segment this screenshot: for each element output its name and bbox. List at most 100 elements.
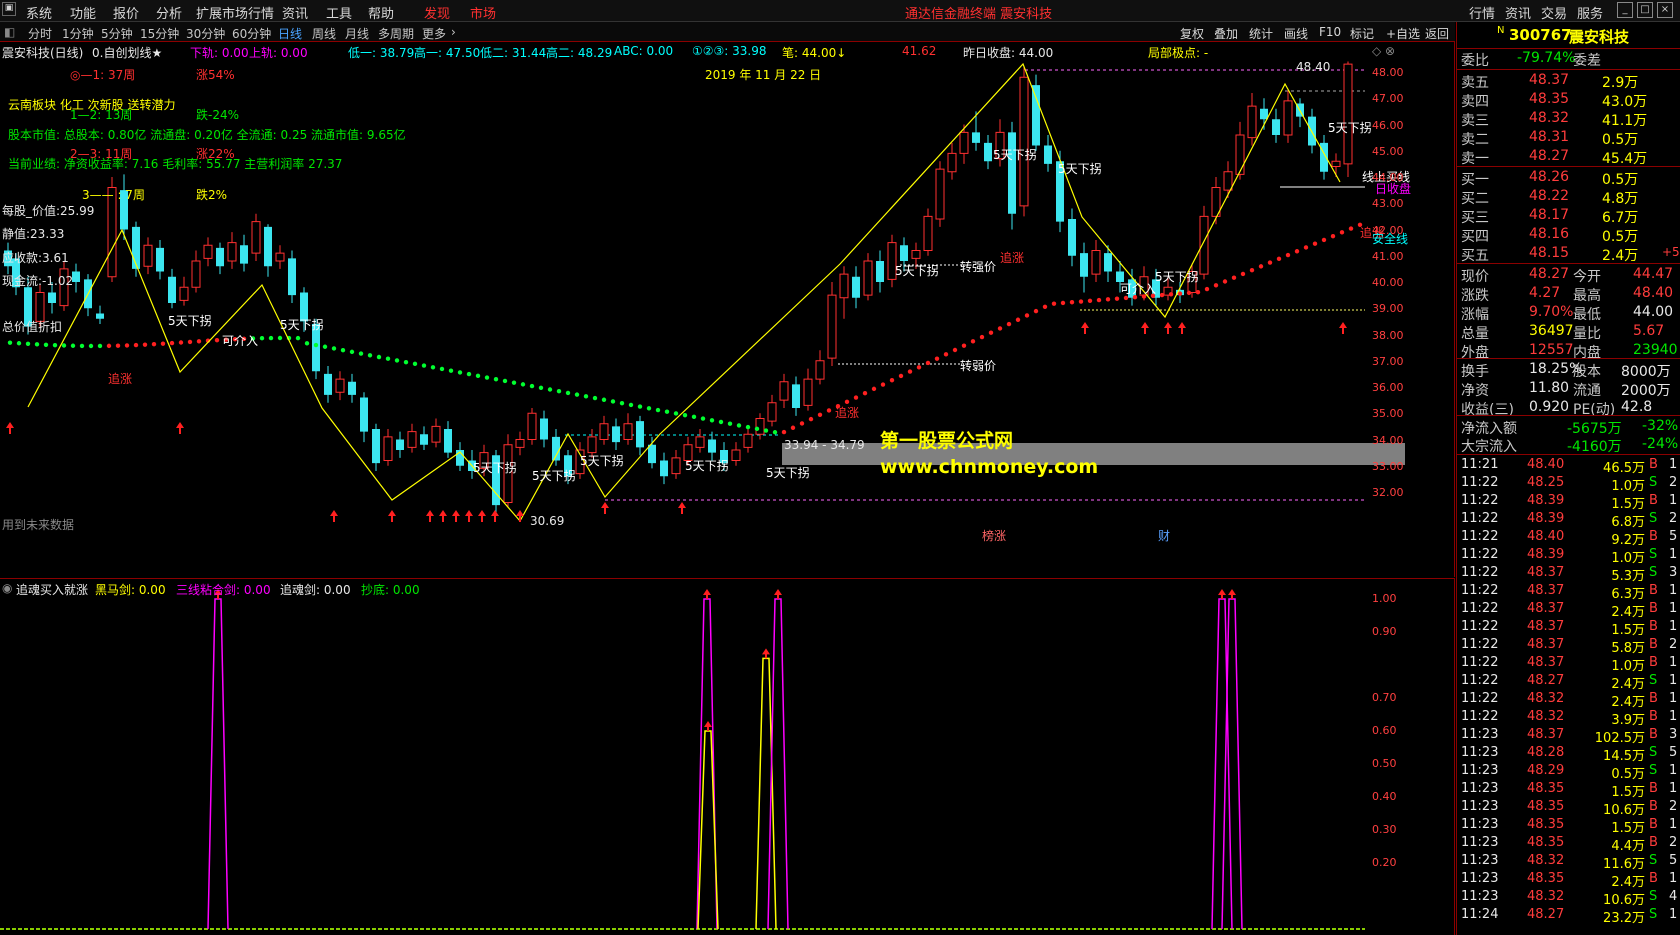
label-high: 48.40 <box>1296 60 1331 74</box>
top-tab-quote[interactable]: 行情 <box>1469 3 1495 22</box>
trend-dot <box>736 423 742 428</box>
trend-dot <box>1285 252 1291 258</box>
period-60min[interactable]: 60分钟 <box>232 25 271 42</box>
period-daily[interactable]: 日线 <box>278 25 302 42</box>
tick-direction: B <box>1649 835 1658 850</box>
stock-marker: N <box>1497 25 1505 36</box>
tick-count: 1 <box>1669 691 1678 706</box>
menu-quote[interactable]: 报价 <box>113 3 139 22</box>
candle-body-up <box>803 378 813 406</box>
menu-news[interactable]: 资讯 <box>282 3 308 22</box>
info-wave4: 3—— : 7周 <box>82 188 145 202</box>
indicator-spike <box>1211 598 1233 930</box>
tool-draw[interactable]: 画线 <box>1284 25 1308 42</box>
bid-volume: 0.5万 <box>1602 172 1639 188</box>
trend-dot <box>547 387 553 392</box>
trend-dot <box>367 353 373 358</box>
weicha-label: 委差 <box>1573 53 1601 69</box>
period-1min[interactable]: 1分钟 <box>62 25 94 42</box>
app-logo-icon[interactable]: ▣ <box>2 2 16 16</box>
candle-body-down <box>372 429 380 464</box>
candle-body-down <box>348 381 356 395</box>
y-tick-label: 0.50 <box>1372 757 1397 770</box>
period-15min[interactable]: 15分钟 <box>140 25 179 42</box>
menu-system[interactable]: 系统 <box>26 3 52 22</box>
menu-analysis[interactable]: 分析 <box>156 3 182 22</box>
buy-arrow-icon <box>439 510 447 522</box>
formula-name[interactable]: 0.自创划线★ <box>92 44 162 61</box>
stat-value: 5.67 <box>1633 323 1665 339</box>
trend-dot <box>1159 292 1165 298</box>
main-kline-chart[interactable]: 震安科技(日线) 0.自创划线★ 下轨: 0.00 上轨: 0.00 低一: 3… <box>0 42 1455 577</box>
flow-pct: -24% <box>1642 436 1679 452</box>
period-30min[interactable]: 30分钟 <box>186 25 225 42</box>
panel-toggle-icon[interactable]: ◧ <box>4 25 15 39</box>
close-icon[interactable]: × <box>1657 2 1673 18</box>
y-tick-label: 42.00 <box>1372 223 1404 237</box>
tool-stats[interactable]: 统计 <box>1249 25 1273 42</box>
tick-volume: 1.0万 <box>1611 551 1645 566</box>
tool-adjust[interactable]: 复权 <box>1180 25 1204 42</box>
indicator-chart[interactable]: ◉ 追魂买入就涨 黑马剑: 0.00 三线粘合剑: 0.00 追魂剑: 0.00… <box>0 578 1455 935</box>
trend-dot <box>1105 297 1111 302</box>
label-strong-price: 转强价 <box>960 260 997 274</box>
tool-back[interactable]: 返回 <box>1425 25 1449 42</box>
top-tab-news[interactable]: 资讯 <box>1505 3 1531 22</box>
value-cashflow: 现金流:-1.02 <box>2 274 74 288</box>
menu-extended-market[interactable]: 扩展市场行情 <box>196 3 274 22</box>
fund-value: 8000万 <box>1621 364 1671 380</box>
candle-body-down <box>636 421 644 448</box>
label-chase-c: 追涨 <box>1000 251 1025 265</box>
tick-price: 48.32 <box>1527 709 1565 724</box>
candle-body-up <box>515 439 525 448</box>
period-intraday[interactable]: 分时 <box>28 25 52 42</box>
tick-count: 3 <box>1669 727 1678 742</box>
trend-dot <box>1060 300 1066 306</box>
stock-name: 震安科技 <box>1569 28 1630 46</box>
tool-add-favorite[interactable]: +自选 <box>1386 25 1420 42</box>
candle-body-up <box>863 260 873 296</box>
trend-dot <box>1114 296 1120 301</box>
menu-tools[interactable]: 工具 <box>326 3 352 22</box>
header-low1: 低一: 38.79 <box>348 46 415 60</box>
trend-dot <box>1249 267 1255 273</box>
trend-dot <box>394 358 400 363</box>
trend-dot <box>871 386 877 392</box>
tool-overlay[interactable]: 叠加 <box>1214 25 1238 42</box>
stat-value: 48.40 <box>1633 285 1674 301</box>
trend-dot <box>448 368 454 373</box>
tool-mark[interactable]: 标记 <box>1350 25 1374 42</box>
header-high1: 高一: 47.50 <box>414 46 481 60</box>
date-label: 2019 年 11 月 22 日 <box>705 68 822 82</box>
period-multi[interactable]: 多周期 <box>378 25 414 42</box>
trend-dot <box>169 340 175 346</box>
period-5min[interactable]: 5分钟 <box>101 25 133 42</box>
indicator-settings-icon[interactable]: ◉ <box>2 581 12 595</box>
tick-direction: B <box>1649 655 1658 670</box>
period-monthly[interactable]: 月线 <box>345 25 369 42</box>
top-tab-service[interactable]: 服务 <box>1577 3 1603 22</box>
period-more[interactable]: 更多 <box>422 25 446 42</box>
period-weekly[interactable]: 周线 <box>312 25 336 42</box>
menu-discover[interactable]: 发现 <box>424 3 450 22</box>
fund-label: 净资 <box>1461 383 1489 399</box>
minimize-icon[interactable]: _ <box>1617 2 1633 18</box>
indicator-title[interactable]: 追魂买入就涨 <box>16 581 88 598</box>
maximize-icon[interactable]: □ <box>1637 2 1653 18</box>
tick-time: 11:22 <box>1461 601 1499 616</box>
tick-price: 48.37 <box>1527 619 1565 634</box>
menu-function[interactable]: 功能 <box>70 3 96 22</box>
trend-dot <box>1042 304 1048 309</box>
candle-body-down <box>660 460 668 477</box>
info-performance: 当前业绩: 净资收益率: 7.16 毛利率: 55.77 主营利润率 27.37 <box>8 157 343 171</box>
tick-direction: S <box>1649 475 1658 490</box>
tool-f10[interactable]: F10 <box>1319 25 1341 39</box>
chevron-right-icon[interactable]: › <box>451 25 456 39</box>
settings-icon[interactable]: ◇ ⊗ <box>1372 44 1395 58</box>
menu-market[interactable]: 市场 <box>470 3 496 22</box>
ask-label: 卖三 <box>1461 113 1489 129</box>
top-tab-trade[interactable]: 交易 <box>1541 3 1567 22</box>
candle-body-down <box>1068 219 1076 256</box>
stat-value: 9.70% <box>1529 304 1574 320</box>
menu-help[interactable]: 帮助 <box>368 3 394 22</box>
